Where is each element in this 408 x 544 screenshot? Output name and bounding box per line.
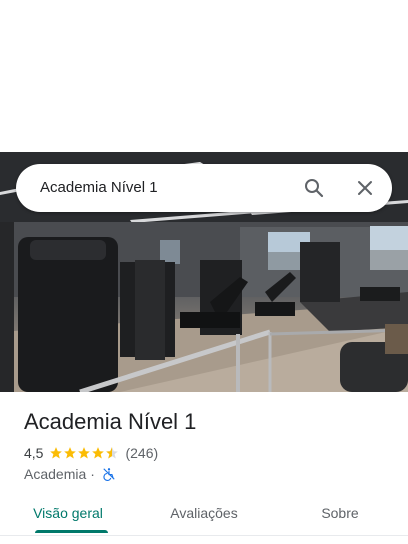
- no-wheelchair-access-icon: [103, 468, 115, 481]
- tab-reviews-label: Avaliações: [170, 505, 238, 521]
- star-icon: [92, 447, 105, 459]
- search-icon[interactable]: [302, 176, 326, 200]
- review-count[interactable]: (246): [125, 445, 158, 461]
- tab-about[interactable]: Sobre: [272, 496, 408, 536]
- active-tab-indicator: [35, 530, 108, 533]
- separator-dot: ·: [90, 466, 95, 482]
- star-rating: [49, 446, 119, 460]
- star-icon: [50, 447, 63, 459]
- map-blank-area: [0, 0, 408, 152]
- star-icon: [64, 447, 77, 459]
- close-icon[interactable]: [353, 176, 377, 200]
- search-query-text[interactable]: Academia Nível 1: [40, 164, 158, 212]
- tab-about-label: Sobre: [321, 505, 359, 521]
- tabs-divider: [0, 535, 408, 536]
- tab-overview-label: Visão geral: [33, 505, 103, 521]
- star-icon: [78, 447, 91, 459]
- rating-value: 4,5: [24, 445, 44, 461]
- half-star-icon: [106, 447, 119, 459]
- place-tabs: Visão geral Avaliações Sobre: [0, 496, 408, 536]
- category-row: Academia ·: [24, 464, 116, 484]
- tab-reviews[interactable]: Avaliações: [136, 496, 272, 536]
- search-bar[interactable]: Academia Nível 1: [16, 164, 392, 212]
- place-category: Academia: [24, 466, 87, 482]
- rating-row[interactable]: 4,5 (246): [24, 443, 158, 463]
- place-name: Academia Nível 1: [24, 409, 197, 434]
